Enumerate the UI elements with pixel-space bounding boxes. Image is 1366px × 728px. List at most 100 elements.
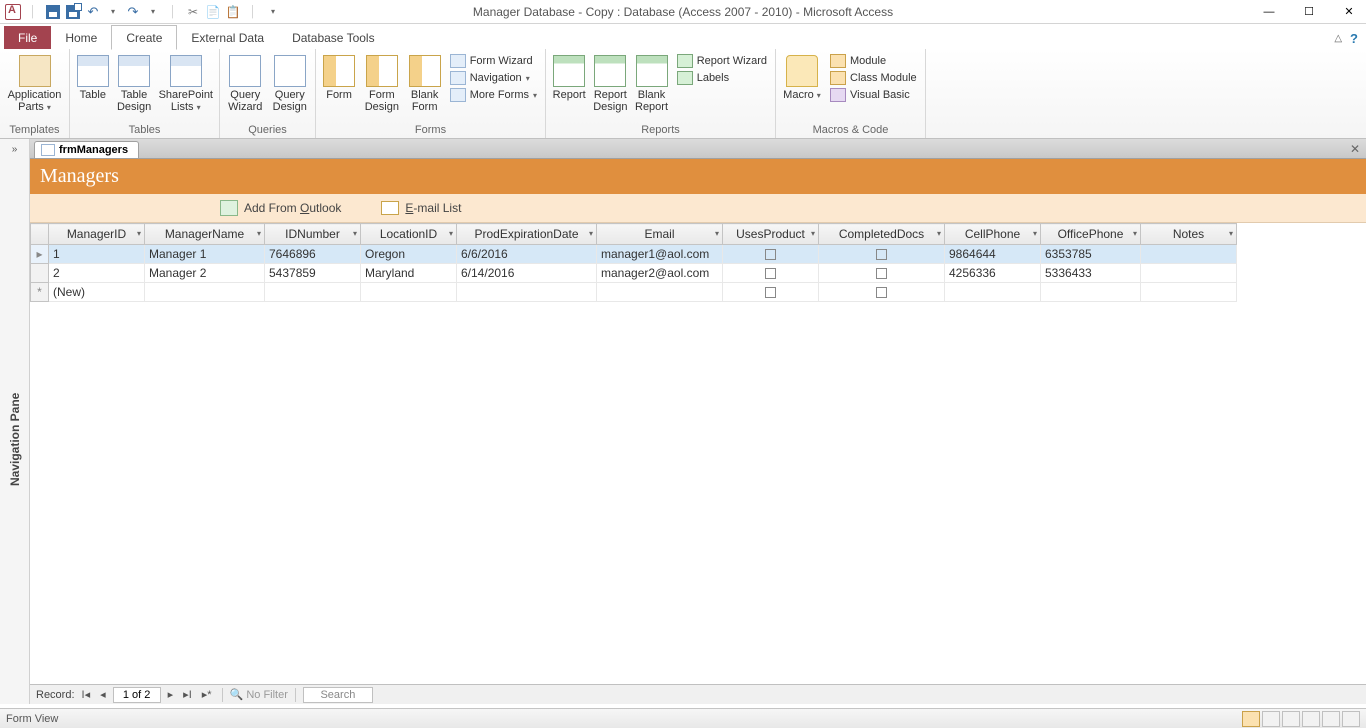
tab-home[interactable]: Home bbox=[51, 26, 111, 49]
cell[interactable] bbox=[1141, 245, 1237, 264]
redo-icon[interactable]: ↷ bbox=[124, 3, 142, 21]
module-button[interactable]: Module bbox=[828, 53, 919, 69]
col-cellphone[interactable]: CellPhone▾ bbox=[945, 224, 1041, 245]
view-datasheet-button[interactable] bbox=[1262, 711, 1280, 727]
col-filter-icon[interactable]: ▾ bbox=[1229, 229, 1233, 238]
nav-pane-expand-icon[interactable]: » bbox=[12, 144, 18, 155]
record-position-input[interactable] bbox=[113, 687, 161, 703]
col-filter-icon[interactable]: ▾ bbox=[811, 229, 815, 238]
email-list-button[interactable]: E-mail List bbox=[381, 201, 461, 215]
record-search-input[interactable] bbox=[303, 687, 373, 703]
table-design-button[interactable]: Table Design bbox=[116, 53, 153, 113]
query-wizard-button[interactable]: Query Wizard bbox=[226, 53, 265, 113]
checkbox[interactable] bbox=[765, 268, 776, 279]
view-form-button[interactable] bbox=[1242, 711, 1260, 727]
copy-icon[interactable]: 📄 bbox=[204, 3, 222, 21]
table-row[interactable]: 2Manager 25437859Maryland6/14/2016manage… bbox=[31, 264, 1237, 283]
app-icon[interactable] bbox=[4, 3, 22, 21]
application-parts-button[interactable]: Application Parts ▾ bbox=[6, 53, 63, 114]
cell[interactable] bbox=[1141, 264, 1237, 283]
col-managerid[interactable]: ManagerID▾ bbox=[49, 224, 145, 245]
cell[interactable] bbox=[1141, 283, 1237, 302]
cell[interactable]: Manager 2 bbox=[145, 264, 265, 283]
no-filter-label[interactable]: 🔍 No Filter bbox=[230, 688, 288, 701]
ribbon-minimize-icon[interactable]: △ bbox=[1334, 33, 1342, 44]
table-row[interactable]: ▸1Manager 17646896Oregon6/6/2016manager1… bbox=[31, 245, 1237, 264]
checkbox[interactable] bbox=[876, 268, 887, 279]
record-new-button[interactable]: ▸* bbox=[199, 688, 215, 701]
row-selector-header[interactable] bbox=[31, 224, 49, 245]
col-filter-icon[interactable]: ▾ bbox=[937, 229, 941, 238]
table-row-new[interactable]: *(New) bbox=[31, 283, 1237, 302]
row-selector[interactable] bbox=[31, 264, 49, 283]
record-last-button[interactable]: ▸I bbox=[180, 688, 195, 701]
col-filter-icon[interactable]: ▾ bbox=[715, 229, 719, 238]
cell[interactable]: 7646896 bbox=[265, 245, 361, 264]
save-icon[interactable] bbox=[44, 3, 62, 21]
checkbox[interactable] bbox=[765, 287, 776, 298]
checkbox[interactable] bbox=[876, 249, 887, 260]
class-module-button[interactable]: Class Module bbox=[828, 70, 919, 86]
close-tab-icon[interactable]: ✕ bbox=[1350, 142, 1360, 156]
save-object-icon[interactable] bbox=[64, 3, 82, 21]
tab-database-tools[interactable]: Database Tools bbox=[278, 26, 389, 49]
report-button[interactable]: Report bbox=[552, 53, 586, 101]
close-button[interactable]: ✕ bbox=[1338, 1, 1360, 23]
cell[interactable]: 2 bbox=[49, 264, 145, 283]
navigation-button[interactable]: Navigation ▾ bbox=[448, 70, 539, 86]
col-filter-icon[interactable]: ▾ bbox=[353, 229, 357, 238]
col-managername[interactable]: ManagerName▾ bbox=[145, 224, 265, 245]
cell[interactable] bbox=[457, 283, 597, 302]
view-design2-button[interactable] bbox=[1322, 711, 1340, 727]
cell[interactable] bbox=[265, 283, 361, 302]
cell[interactable]: 5437859 bbox=[265, 264, 361, 283]
cell[interactable]: 6/14/2016 bbox=[457, 264, 597, 283]
query-design-button[interactable]: Query Design bbox=[271, 53, 310, 113]
checkbox[interactable] bbox=[876, 287, 887, 298]
cell[interactable]: Manager 1 bbox=[145, 245, 265, 264]
cell[interactable]: 5336433 bbox=[1041, 264, 1141, 283]
form-wizard-button[interactable]: Form Wizard bbox=[448, 53, 539, 69]
undo-icon[interactable]: ↶ bbox=[84, 3, 102, 21]
cell[interactable]: Oregon bbox=[361, 245, 457, 264]
col-officephone[interactable]: OfficePhone▾ bbox=[1041, 224, 1141, 245]
cell[interactable]: (New) bbox=[49, 283, 145, 302]
visual-basic-button[interactable]: Visual Basic bbox=[828, 87, 919, 103]
paste-icon[interactable]: 📋 bbox=[224, 3, 242, 21]
tab-create[interactable]: Create bbox=[111, 25, 177, 50]
redo-drop[interactable]: ▾ bbox=[144, 3, 162, 21]
cut-icon[interactable]: ✂ bbox=[184, 3, 202, 21]
cell[interactable]: manager2@aol.com bbox=[597, 264, 723, 283]
maximize-button[interactable]: ☐ bbox=[1298, 1, 1320, 23]
cell[interactable] bbox=[361, 283, 457, 302]
view-layout-button[interactable] bbox=[1282, 711, 1300, 727]
minimize-button[interactable]: — bbox=[1258, 1, 1280, 23]
labels-button[interactable]: Labels bbox=[675, 70, 769, 86]
col-locationid[interactable]: LocationID▾ bbox=[361, 224, 457, 245]
col-notes[interactable]: Notes▾ bbox=[1141, 224, 1237, 245]
col-filter-icon[interactable]: ▾ bbox=[137, 229, 141, 238]
cell[interactable] bbox=[1041, 283, 1141, 302]
cell[interactable] bbox=[145, 283, 265, 302]
tab-external-data[interactable]: External Data bbox=[177, 26, 278, 49]
help-icon[interactable]: ? bbox=[1350, 31, 1358, 46]
cell[interactable]: 6/6/2016 bbox=[457, 245, 597, 264]
record-prev-button[interactable]: ◂ bbox=[97, 688, 109, 701]
macro-button[interactable]: Macro ▾ bbox=[782, 53, 822, 102]
record-next-button[interactable]: ▸ bbox=[165, 688, 177, 701]
row-selector[interactable]: * bbox=[31, 283, 49, 302]
tab-file[interactable]: File bbox=[4, 26, 51, 49]
record-first-button[interactable]: I◂ bbox=[79, 688, 94, 701]
col-completeddocs[interactable]: CompletedDocs▾ bbox=[819, 224, 945, 245]
col-filter-icon[interactable]: ▾ bbox=[589, 229, 593, 238]
report-design-button[interactable]: Report Design bbox=[592, 53, 628, 113]
cell[interactable]: Maryland bbox=[361, 264, 457, 283]
row-selector[interactable]: ▸ bbox=[31, 245, 49, 264]
report-wizard-button[interactable]: Report Wizard bbox=[675, 53, 769, 69]
cell[interactable]: 6353785 bbox=[1041, 245, 1141, 264]
form-button[interactable]: Form bbox=[322, 53, 356, 101]
cell[interactable] bbox=[597, 283, 723, 302]
document-tab-frmmanagers[interactable]: frmManagers bbox=[34, 141, 139, 158]
add-from-outlook-button[interactable]: Add From Outlook bbox=[220, 200, 341, 216]
sharepoint-lists-button[interactable]: SharePoint Lists ▾ bbox=[159, 53, 213, 114]
